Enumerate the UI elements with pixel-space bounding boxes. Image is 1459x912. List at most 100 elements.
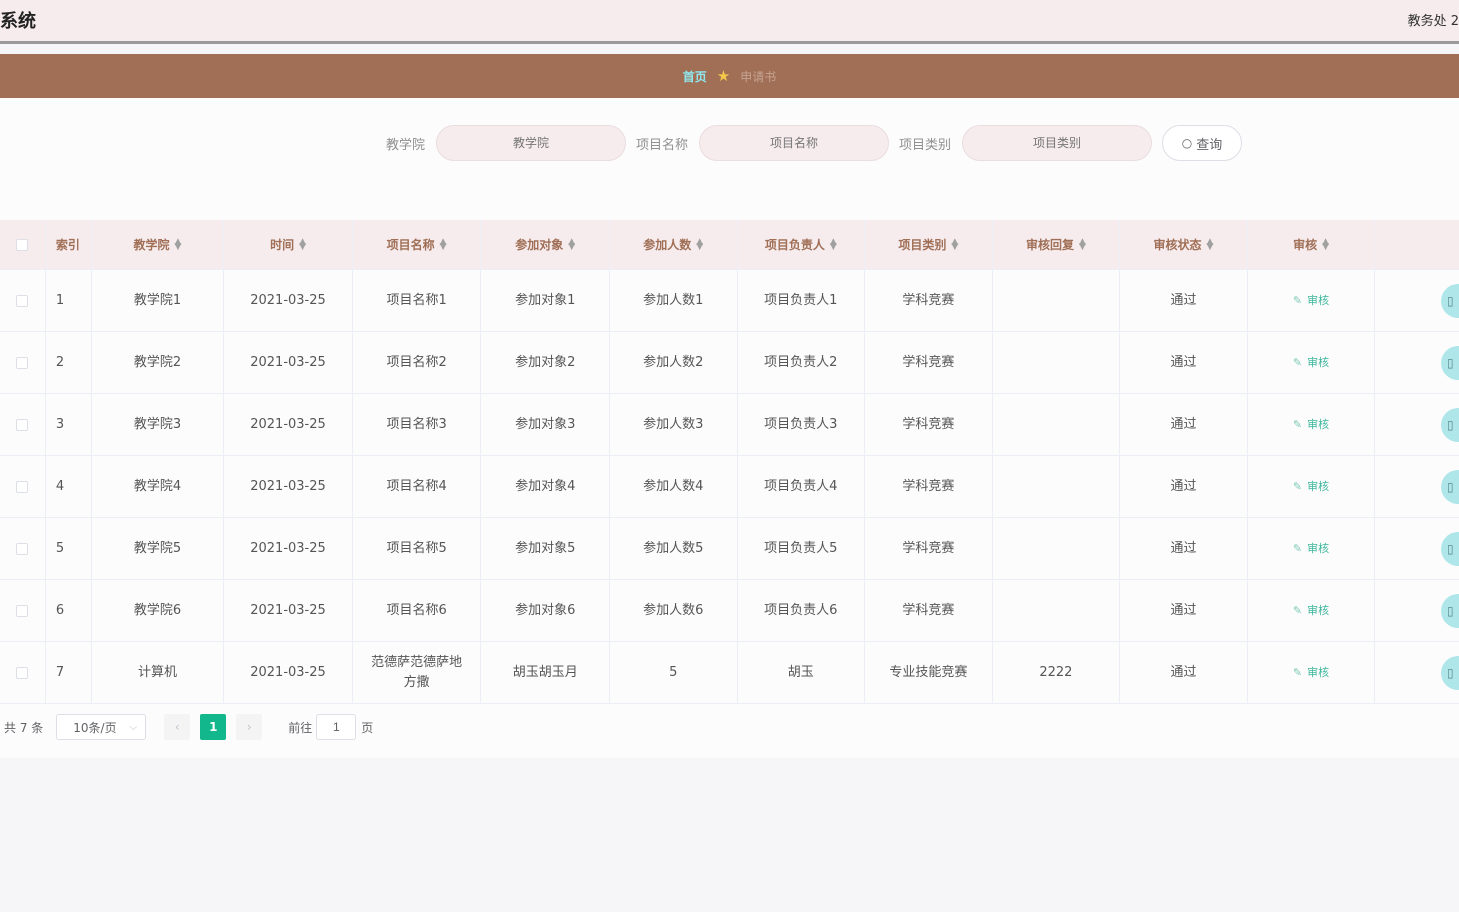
college-input[interactable] bbox=[436, 125, 627, 161]
sort-icon[interactable]: ▲ ▼ bbox=[1207, 237, 1214, 251]
review-link[interactable]: ✎ 审核 bbox=[1293, 353, 1329, 373]
cell-index: 5 bbox=[46, 518, 92, 579]
nav-current-link[interactable]: 申请书 bbox=[740, 68, 776, 85]
edit-icon: ✎ bbox=[1292, 293, 1303, 307]
cell-leader: 项目负责人4 bbox=[738, 456, 866, 517]
query-button-label: 查询 bbox=[1196, 137, 1223, 153]
table-row: 3 教学院3 2021-03-25 项目名称3 参加对象3 参加人数3 项目负责人3 学科竞赛… bbox=[0, 394, 1459, 456]
prev-page-button[interactable]: ‹ bbox=[164, 714, 191, 740]
sort-icon[interactable]: ▲ ▼ bbox=[299, 237, 306, 251]
review-link[interactable]: ✎ 审核 bbox=[1293, 415, 1329, 435]
review-link-label: 审核 bbox=[1307, 541, 1330, 555]
nav-home-link[interactable]: 首页 bbox=[683, 68, 707, 85]
row-action-button[interactable]: ▯ bbox=[1440, 469, 1459, 504]
row-checkbox[interactable] bbox=[16, 480, 29, 493]
row-checkbox[interactable] bbox=[16, 418, 29, 431]
column-header-actions bbox=[1375, 220, 1459, 269]
cell-reply bbox=[993, 580, 1121, 641]
sort-icon[interactable]: ▲ ▼ bbox=[951, 237, 958, 251]
column-header-leader[interactable]: 项目负责人 ▲ ▼ bbox=[738, 220, 866, 269]
row-action-button[interactable]: ▯ bbox=[1440, 345, 1459, 380]
cell-participant-count: 参加人数1 bbox=[610, 270, 738, 331]
row-select-cell bbox=[0, 394, 46, 455]
cell-category: 学科竞赛 bbox=[865, 332, 993, 393]
cell-index: 6 bbox=[46, 580, 92, 641]
column-header-target[interactable]: 参加对象 ▲ ▼ bbox=[481, 220, 610, 269]
column-header-project-name[interactable]: 项目名称 ▲ ▼ bbox=[353, 220, 482, 269]
column-header-label: 项目名称 bbox=[386, 237, 435, 252]
column-header-reply[interactable]: 审核回复 ▲ ▼ bbox=[993, 220, 1121, 269]
review-link-label: 审核 bbox=[1307, 417, 1330, 431]
row-select-cell bbox=[0, 580, 46, 641]
cell-target: 参加对象5 bbox=[481, 518, 610, 579]
table-row: 7 计算机 2021-03-25 范德萨范德萨地方撒 胡玉胡玉月 5 胡玉 专业技能竞赛 222… bbox=[0, 642, 1459, 704]
review-link[interactable]: ✎ 审核 bbox=[1293, 663, 1329, 683]
row-checkbox[interactable] bbox=[16, 542, 29, 555]
breadcrumb-nav: 首页 ★ 申请书 bbox=[0, 54, 1459, 98]
cell-leader: 项目负责人6 bbox=[738, 580, 866, 641]
college-label: 教学院 bbox=[386, 137, 426, 153]
goto-label: 前往 bbox=[288, 720, 313, 735]
cell-reply bbox=[993, 518, 1121, 579]
cell-time: 2021-03-25 bbox=[224, 332, 353, 393]
review-link-label: 审核 bbox=[1307, 603, 1330, 617]
review-link[interactable]: ✎ 审核 bbox=[1293, 539, 1329, 559]
column-header-label: 参加对象 bbox=[515, 237, 564, 252]
review-link[interactable]: ✎ 审核 bbox=[1293, 601, 1329, 621]
row-action-button[interactable]: ▯ bbox=[1440, 593, 1459, 628]
cell-status: 通过 bbox=[1120, 332, 1248, 393]
category-input[interactable] bbox=[962, 125, 1153, 161]
goto-page-input[interactable] bbox=[316, 714, 357, 740]
column-header-participant-count[interactable]: 参加人数 ▲ ▼ bbox=[610, 220, 738, 269]
row-action-button[interactable]: ▯ bbox=[1440, 655, 1459, 690]
row-checkbox[interactable] bbox=[16, 294, 29, 307]
sort-icon[interactable]: ▲ ▼ bbox=[830, 237, 837, 251]
sort-icon[interactable]: ▲ ▼ bbox=[696, 237, 703, 251]
sort-icon[interactable]: ▲ ▼ bbox=[440, 237, 447, 251]
review-link[interactable]: ✎ 审核 bbox=[1293, 291, 1329, 311]
cell-index: 4 bbox=[46, 456, 92, 517]
row-action-button[interactable]: ▯ bbox=[1440, 283, 1459, 318]
column-header-index[interactable]: 索引 bbox=[46, 220, 92, 269]
column-header-label: 审核状态 bbox=[1153, 237, 1202, 252]
edit-icon: ✎ bbox=[1292, 665, 1303, 679]
cell-index: 2 bbox=[46, 332, 92, 393]
sort-icon[interactable]: ▲ ▼ bbox=[175, 237, 182, 251]
row-action-button[interactable]: ▯ bbox=[1440, 531, 1459, 566]
cell-project-name: 项目名称3 bbox=[353, 394, 482, 455]
column-header-review[interactable]: 审核 ▲ ▼ bbox=[1248, 220, 1376, 269]
project-name-label: 项目名称 bbox=[636, 137, 689, 153]
sort-icon[interactable]: ▲ ▼ bbox=[568, 237, 575, 251]
sort-icon[interactable]: ▲ ▼ bbox=[1322, 237, 1329, 251]
cell-time: 2021-03-25 bbox=[224, 518, 353, 579]
page-number-current[interactable]: 1 bbox=[200, 714, 227, 740]
sort-icon[interactable]: ▲ ▼ bbox=[1079, 237, 1086, 251]
cell-participant-count: 5 bbox=[610, 642, 738, 703]
row-checkbox[interactable] bbox=[16, 356, 29, 369]
column-header-college[interactable]: 教学院 ▲ ▼ bbox=[92, 220, 225, 269]
row-select-cell bbox=[0, 270, 46, 331]
project-name-input[interactable] bbox=[699, 125, 890, 161]
column-header-status[interactable]: 审核状态 ▲ ▼ bbox=[1120, 220, 1248, 269]
column-header-time[interactable]: 时间 ▲ ▼ bbox=[224, 220, 353, 269]
review-link-label: 审核 bbox=[1307, 665, 1330, 679]
review-link[interactable]: ✎ 审核 bbox=[1293, 477, 1329, 497]
chevron-left-icon: ‹ bbox=[174, 720, 180, 734]
row-checkbox[interactable] bbox=[16, 604, 29, 617]
cell-reply bbox=[993, 270, 1121, 331]
app-title: 系统 bbox=[0, 11, 36, 32]
row-select-cell bbox=[0, 518, 46, 579]
column-header-category[interactable]: 项目类别 ▲ ▼ bbox=[865, 220, 993, 269]
column-header-label: 审核回复 bbox=[1025, 237, 1074, 252]
next-page-button[interactable]: › bbox=[236, 714, 263, 740]
user-name[interactable]: 教务处 2 bbox=[1408, 10, 1459, 29]
row-checkbox[interactable] bbox=[16, 666, 29, 679]
row-action-button[interactable]: ▯ bbox=[1440, 407, 1459, 442]
select-all-checkbox[interactable] bbox=[16, 238, 29, 251]
cell-college: 教学院4 bbox=[92, 456, 225, 517]
page-size-select[interactable]: 10条/页 ⌵ bbox=[56, 714, 147, 740]
query-button[interactable]: ○ 查询 bbox=[1162, 125, 1243, 161]
page-suffix: 页 bbox=[361, 720, 374, 735]
table-row: 4 教学院4 2021-03-25 项目名称4 参加对象4 参加人数4 项目负责人4 学科竞赛… bbox=[0, 456, 1459, 518]
table-row: 5 教学院5 2021-03-25 项目名称5 参加对象5 参加人数5 项目负责人5 学科竞赛… bbox=[0, 518, 1459, 580]
